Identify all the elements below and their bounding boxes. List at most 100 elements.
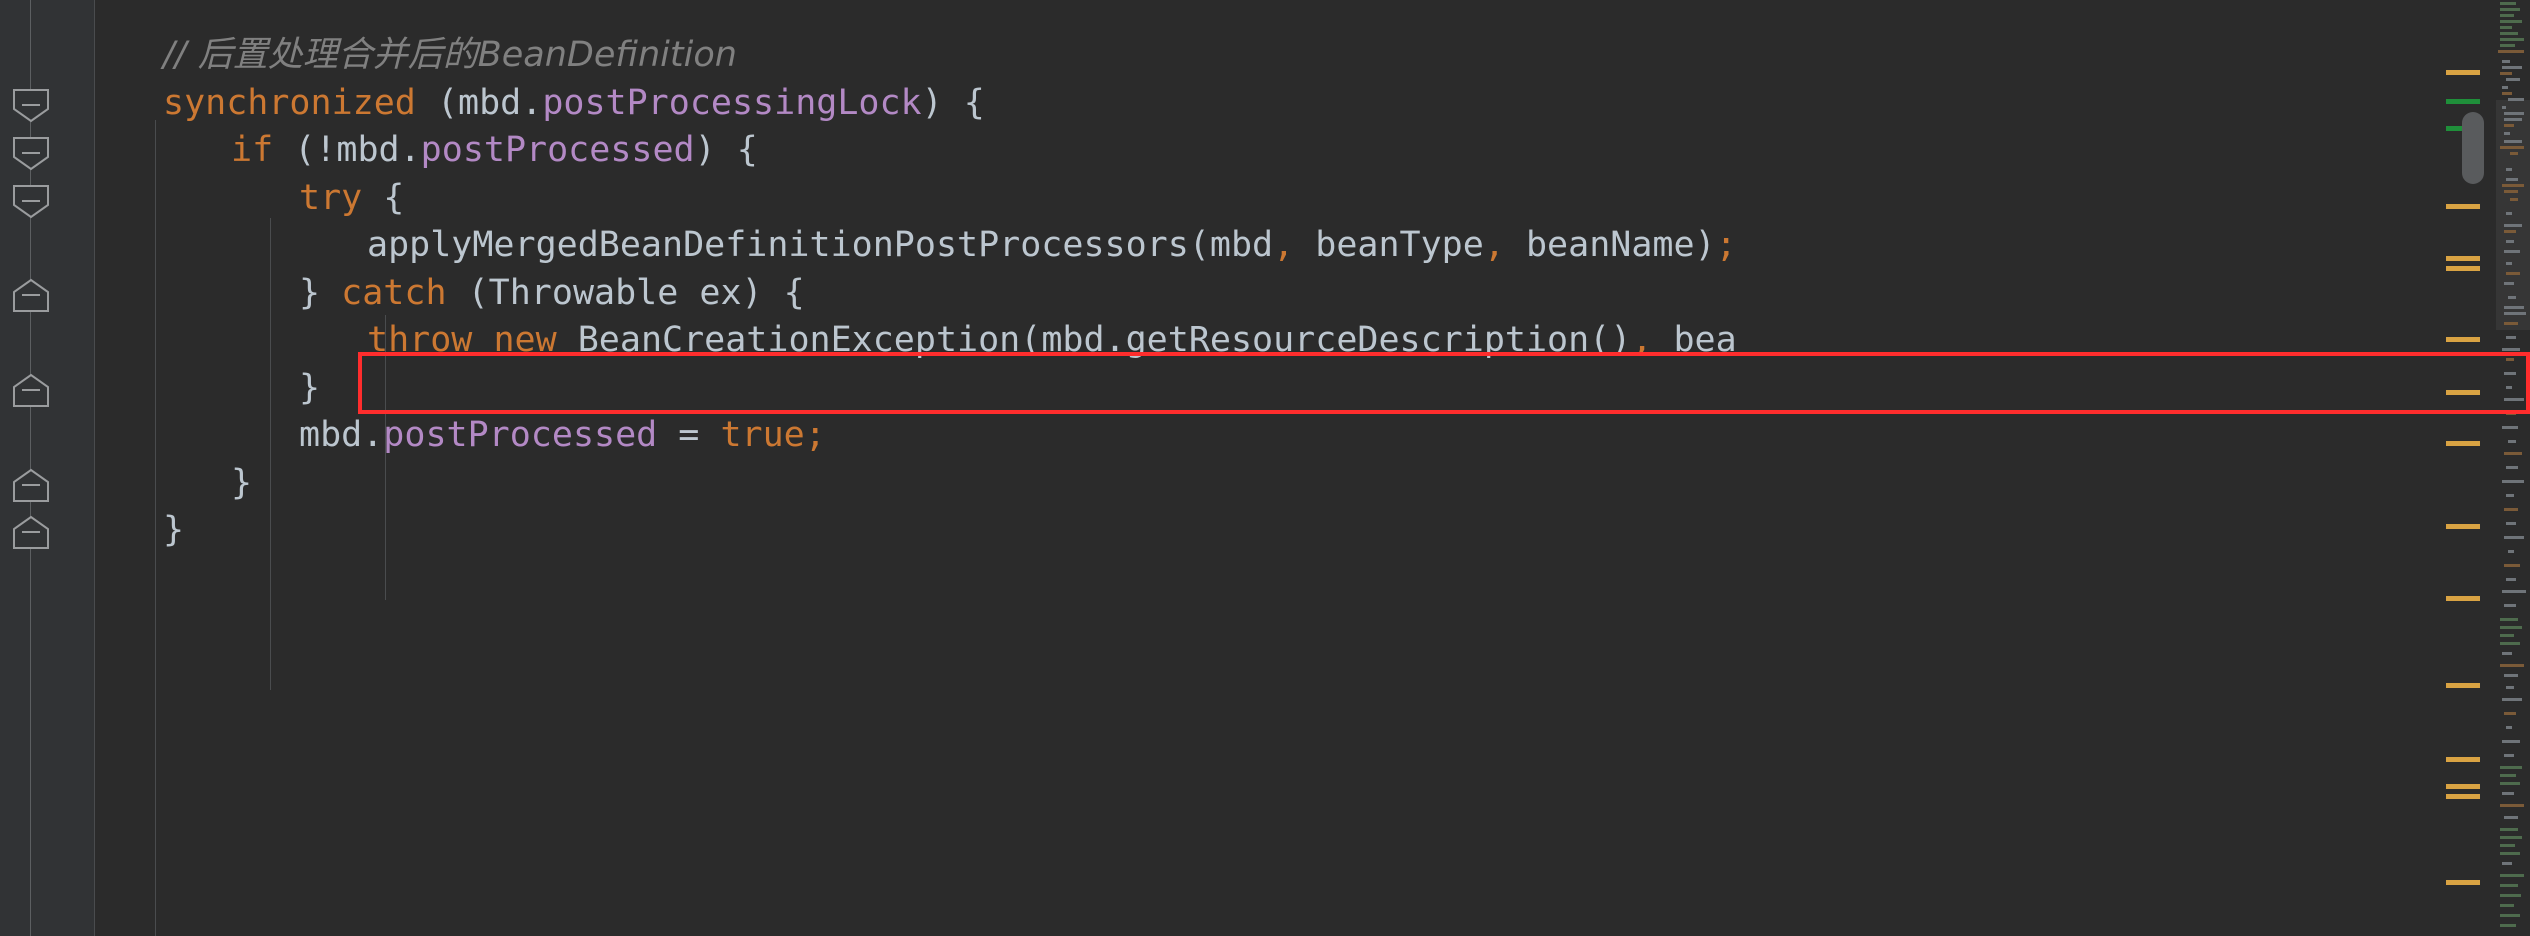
vertical-scrollbar[interactable] (2462, 0, 2484, 936)
minimap-code-row (2504, 536, 2524, 539)
code-token-identifier: mbd (1209, 225, 1274, 265)
code-token-identifier: beanName) (1504, 225, 1716, 265)
minimap-code-row (2500, 44, 2515, 47)
minimap-code-row (2508, 550, 2514, 553)
code-line[interactable]: } (163, 507, 184, 555)
fold-marker-down[interactable] (12, 184, 50, 224)
minimap-code-row (2504, 190, 2518, 193)
minimap-code-row (2500, 828, 2518, 831)
code-token-field: postProcessed (383, 415, 658, 455)
minimap-code-row (2502, 590, 2526, 593)
minimap-code-row (2506, 466, 2518, 469)
code-token-field: postProcessingLock (542, 82, 922, 123)
fold-marker-down[interactable] (12, 136, 50, 176)
minimap-code-row (2510, 198, 2518, 201)
minimap-code-row (2506, 262, 2512, 265)
minimap-code-row (2500, 664, 2524, 667)
minimap-code-row (2504, 112, 2524, 115)
code-line[interactable]: } catch (Throwable ex) { (299, 270, 805, 318)
minimap-code-row (2500, 634, 2514, 637)
minimap-code-row (2506, 578, 2516, 581)
minimap-code-row (2500, 72, 2512, 75)
minimap-code-row (2502, 862, 2512, 865)
code-token-punctuation: } (299, 367, 321, 408)
code-token-punctuation (472, 317, 493, 365)
code-line[interactable]: throw new BeanCreationException(mbd.getR… (367, 317, 1737, 365)
minimap-code-row (2506, 726, 2512, 729)
minimap-code-row (2504, 124, 2514, 127)
minimap-code-row (2502, 426, 2518, 429)
minimap-code-row (2500, 836, 2522, 839)
indent-guide (155, 120, 156, 936)
code-token-punctuation: ( (415, 82, 459, 123)
minimap-code-row (2510, 152, 2518, 155)
minimap-code-row (2504, 674, 2518, 677)
code-token-identifier: mbd (336, 130, 400, 170)
minimap-code-row (2500, 146, 2524, 149)
code-token-keyword: ; (1715, 225, 1737, 265)
code-token-punctuation: . (362, 415, 384, 455)
minimap-code-row (2508, 440, 2516, 443)
code-token-punctuation: ) { (694, 130, 758, 170)
minimap-code-row (2504, 132, 2510, 135)
code-token-keyword: catch (341, 272, 447, 313)
minimap-code-row (2500, 14, 2514, 17)
fold-marker-down[interactable] (12, 88, 50, 128)
minimap-code-row (2506, 494, 2514, 497)
minimap-code-row (2502, 792, 2514, 795)
minimap-code-row (2500, 894, 2521, 897)
minimap-code-row (2500, 774, 2516, 777)
code-token-identifier: mbd (299, 415, 363, 455)
code-line[interactable]: try { (299, 175, 404, 223)
minimap-code-row (2504, 224, 2522, 227)
minimap-code-row (2500, 924, 2516, 927)
code-line[interactable]: synchronized (mbd.postProcessingLock) { (163, 80, 985, 128)
minimap-code-row (2506, 386, 2512, 389)
editor-text-area[interactable]: // 后置处理合并后的BeanDefinition synchronized (m… (95, 0, 2530, 936)
minimap-code-row (2502, 480, 2524, 483)
minimap-code-row (2504, 282, 2514, 285)
fold-marker-up[interactable] (12, 373, 50, 413)
code-line[interactable]: } (299, 365, 320, 413)
minimap-code-row (2502, 184, 2524, 187)
minimap-code-row (2502, 92, 2512, 95)
minimap-code-row (2506, 522, 2516, 525)
fold-marker-up[interactable] (12, 278, 50, 318)
code-token-punctuation: ) { (921, 82, 985, 123)
minimap-code-row (2502, 86, 2508, 89)
minimap-code-row (2508, 296, 2516, 299)
minimap-code-row (2502, 60, 2510, 63)
minimap-code-row (2506, 272, 2520, 275)
code-line[interactable]: // 后置处理合并后的BeanDefinition (163, 32, 737, 80)
code-line[interactable]: mbd.postProcessed = true; (299, 412, 826, 460)
code-token-keyword: if (231, 130, 274, 170)
minimap-code-row (2500, 38, 2524, 41)
code-line[interactable]: applyMergedBeanDefinitionPostProcessors(… (367, 222, 1737, 270)
code-line[interactable]: if (!mbd.postProcessed) { (231, 127, 758, 175)
minimap-code-row (2506, 336, 2516, 339)
indent-guide (270, 218, 271, 690)
code-token-punctuation: } (299, 272, 342, 313)
minimap-code-row (2500, 804, 2524, 807)
minimap-code-row (2500, 26, 2512, 29)
code-token-identifier: mbd (458, 82, 522, 123)
minimap-code-row (2502, 348, 2520, 351)
minimap-code-row (2500, 874, 2524, 877)
minimap-code-row (2506, 412, 2516, 415)
fold-marker-up[interactable] (12, 515, 50, 555)
code-token-keyword: , (1483, 225, 1505, 265)
minimap-code-row (2506, 168, 2512, 171)
minimap-code-row (2500, 904, 2514, 907)
code-token-punctuation: (! (273, 130, 337, 170)
minimap-code-row (2500, 782, 2520, 785)
minimap-code-row (2504, 306, 2524, 309)
code-token-punctuation: } (231, 462, 253, 503)
minimap-code-row (2508, 98, 2524, 101)
code-minimap[interactable] (2496, 0, 2530, 936)
minimap-code-row (2504, 398, 2524, 401)
fold-marker-up[interactable] (12, 468, 50, 508)
code-line[interactable]: } (231, 460, 252, 508)
code-token-punctuation: (Throwable ex) { (446, 272, 805, 313)
minimap-code-row (2504, 372, 2516, 375)
scrollbar-thumb[interactable] (2462, 112, 2484, 184)
